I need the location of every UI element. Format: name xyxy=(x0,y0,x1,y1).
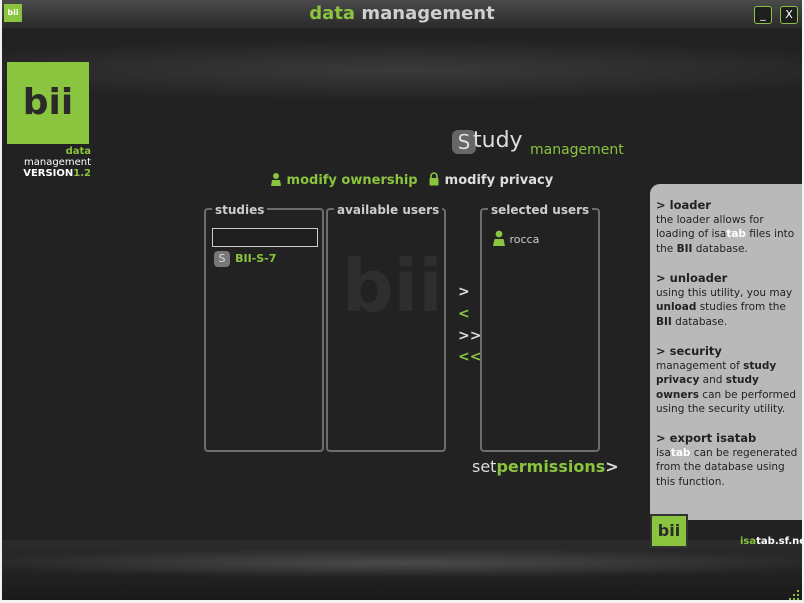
watermark-logo: bii xyxy=(342,244,443,328)
modify-privacy-link[interactable]: modify privacy xyxy=(445,173,554,188)
footer xyxy=(2,540,802,600)
isatab-isa: isa xyxy=(711,228,727,240)
version-number: 1.2 xyxy=(73,168,91,179)
security-text-2: and xyxy=(699,374,726,386)
close-button[interactable]: X xyxy=(780,6,798,24)
loader-text-3: database. xyxy=(692,242,748,255)
user-icon xyxy=(492,230,510,246)
link-isa: isa xyxy=(740,536,757,547)
study-word: tudy xyxy=(473,128,523,153)
link-rest: tab.sf.net xyxy=(756,536,802,547)
footer-bii-logo: bii xyxy=(650,514,688,548)
logo-caption: data management VERSION1.2 xyxy=(5,146,91,179)
available-users-panel: available users bii xyxy=(326,203,446,452)
security-section: > security management of study privacy a… xyxy=(656,344,800,417)
studies-panel: studies S BII-S-7 xyxy=(204,203,324,452)
set-label: set xyxy=(472,457,497,476)
add-all-button[interactable]: >> xyxy=(458,328,481,344)
isatab-isa: isa xyxy=(656,446,671,459)
unload-bold: unload xyxy=(656,301,697,313)
resize-grip-icon[interactable] xyxy=(788,586,800,600)
study-label: BII-S-7 xyxy=(235,252,277,265)
bii-bold: BII xyxy=(676,242,693,255)
title-management: management xyxy=(361,3,495,24)
unloader-section: > unloader using this utility, you may u… xyxy=(656,271,800,329)
lock-icon xyxy=(422,172,445,188)
bii-logo: bii xyxy=(7,62,89,144)
loader-section: > loader the loader allows for loading o… xyxy=(656,198,800,256)
title-data: data xyxy=(309,3,356,24)
studies-title: studies xyxy=(212,203,268,217)
minimize-button[interactable]: _ xyxy=(754,6,772,24)
isatab-tab: tab xyxy=(726,228,746,240)
info-panel: > loader the loader allows for loading o… xyxy=(650,184,802,520)
available-users-title: available users xyxy=(334,203,443,217)
isatab-tab: tab xyxy=(670,446,691,459)
unloader-heading: > unloader xyxy=(656,271,728,285)
logo-management: management xyxy=(24,157,91,168)
unloader-text-3: database. xyxy=(671,315,728,328)
bii-bold: BII xyxy=(656,315,672,328)
export-heading: > export isatab xyxy=(656,431,757,445)
window-title: data management xyxy=(2,3,802,24)
study-chip-icon: S xyxy=(214,250,230,267)
export-section: > export isatab isatab can be regenerate… xyxy=(656,431,800,489)
logo-data: data xyxy=(65,146,91,157)
remove-one-button[interactable]: < xyxy=(458,306,470,322)
selected-users-title: selected users xyxy=(488,203,593,217)
mode-selector: modify ownership modify privacy xyxy=(270,172,553,188)
app-window: bii data management _ X bii data managem… xyxy=(2,0,802,600)
study-subtitle: management xyxy=(530,142,624,158)
loader-heading: > loader xyxy=(656,198,711,212)
title-bar[interactable]: bii data management _ X xyxy=(2,0,802,28)
unloader-text-2: studies from the xyxy=(696,301,786,313)
unloader-text: using this utility, you may xyxy=(656,286,793,299)
remove-all-button[interactable]: << xyxy=(458,349,481,365)
footer-wave xyxy=(2,548,802,578)
modify-ownership-link[interactable]: modify ownership xyxy=(287,173,418,188)
list-item[interactable]: rocca xyxy=(492,230,539,246)
permissions-label: permissions xyxy=(496,457,606,476)
selected-users-panel: selected users rocca xyxy=(480,203,600,452)
isatab-website-link[interactable]: isatab.sf.net xyxy=(740,536,802,547)
user-name: rocca xyxy=(509,233,540,246)
add-one-button[interactable]: > xyxy=(458,284,470,300)
user-icon xyxy=(270,173,287,188)
version-label: VERSION xyxy=(23,168,74,179)
security-text: management of xyxy=(656,359,744,372)
studies-search-input[interactable] xyxy=(212,228,318,247)
security-heading: > security xyxy=(656,344,722,358)
list-item[interactable]: S BII-S-7 xyxy=(214,248,276,267)
header-wave xyxy=(2,40,802,100)
set-permissions-button[interactable]: setpermissions> xyxy=(472,457,619,476)
chevron-right-icon: > xyxy=(605,457,619,476)
